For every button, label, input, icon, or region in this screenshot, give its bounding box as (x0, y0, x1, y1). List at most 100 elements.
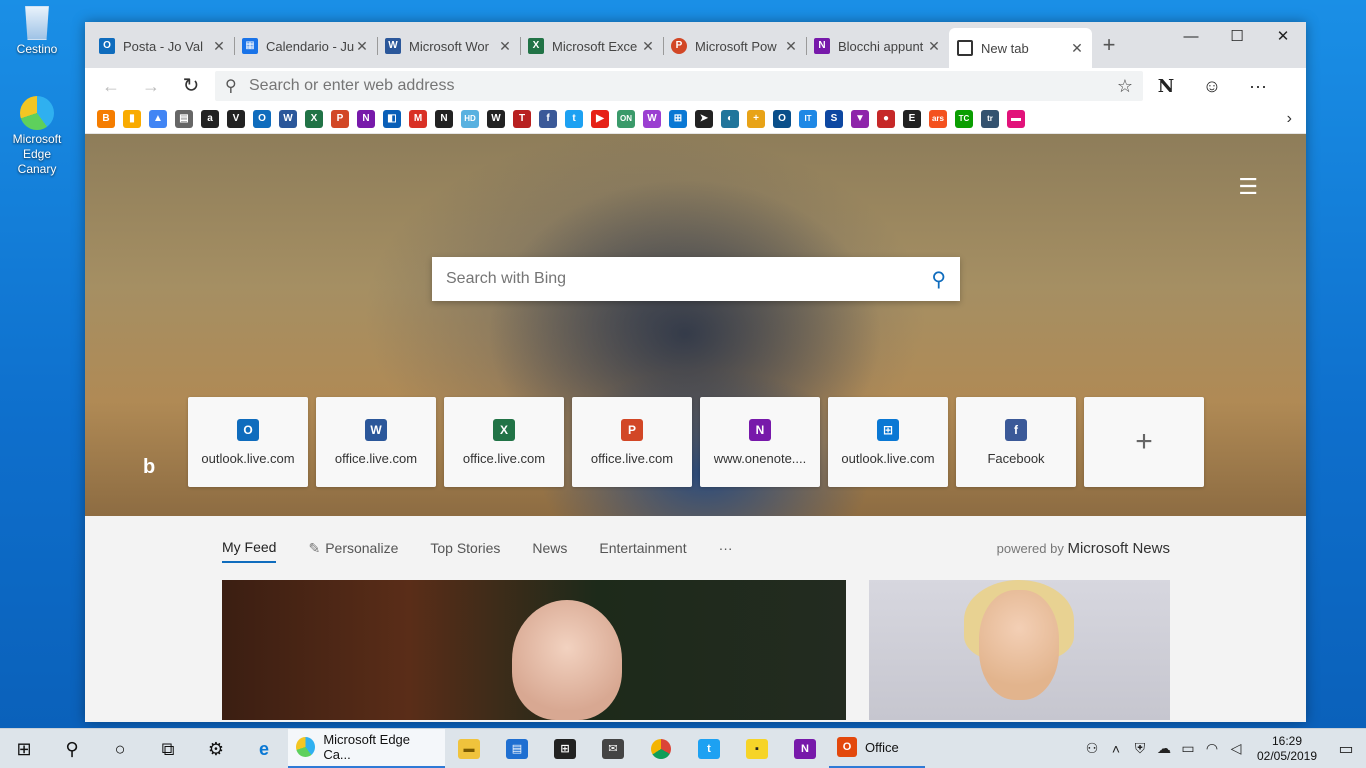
tab-personalize[interactable]: ✎ Personalize (308, 534, 398, 563)
windows-icon[interactable]: ⊞ (669, 109, 687, 128)
tab-powerpoint[interactable]: P Microsoft Pow ✕ (663, 28, 806, 64)
t-icon[interactable]: T (513, 109, 531, 128)
wifi-icon[interactable]: ◠ (1200, 740, 1224, 757)
close-icon[interactable]: ✕ (498, 38, 512, 55)
tr-icon[interactable]: tr (981, 109, 999, 128)
tab-top-stories[interactable]: Top Stories (430, 534, 500, 562)
clock[interactable]: 16:29 02/05/2019 (1248, 734, 1326, 764)
settings-gear-icon[interactable]: ⚙ (192, 729, 240, 768)
address-bar[interactable]: ⚲ ☆ (215, 71, 1143, 101)
top-site-tile[interactable]: f Facebook (956, 397, 1076, 487)
office-icon[interactable]: ◧ (383, 109, 401, 128)
tab-onenote[interactable]: N Blocchi appunt ✕ (806, 28, 949, 64)
tab-excel[interactable]: X Microsoft Exce ✕ (520, 28, 663, 64)
tc-icon[interactable]: TC (955, 109, 973, 128)
youtube-icon[interactable]: ▶ (591, 109, 609, 128)
feedback-smiley-icon[interactable]: ☺ (1189, 76, 1235, 97)
add-site-tile[interactable]: + (1084, 397, 1204, 487)
tab-entertainment[interactable]: Entertainment (599, 534, 686, 562)
action-center-icon[interactable]: ▭ (1326, 739, 1366, 759)
v-icon[interactable]: ▼ (851, 109, 869, 128)
outlook-icon[interactable]: O (253, 109, 271, 128)
new-tab-button[interactable]: + (1092, 28, 1126, 64)
vimeo-icon[interactable]: V (227, 109, 245, 128)
forward-icon[interactable]: → (131, 70, 171, 102)
onedrive-cloud-icon[interactable]: ☁ (1152, 740, 1176, 757)
store-icon[interactable]: ⊞ (541, 729, 589, 768)
more-menu-icon[interactable]: ··· (1235, 76, 1281, 97)
chrome-icon[interactable] (637, 729, 685, 768)
tab-word[interactable]: W Microsoft Wor ✕ (377, 28, 520, 64)
sticky-notes-icon[interactable]: ▪ (733, 729, 781, 768)
news-app-icon[interactable]: ▤ (493, 729, 541, 768)
top-site-tile[interactable]: Woffice.live.com (316, 397, 436, 487)
o-icon[interactable]: O (773, 109, 791, 128)
bing-logo-icon[interactable]: b (143, 456, 155, 479)
battery-icon[interactable]: ▭ (1176, 740, 1200, 757)
hamburger-menu-icon[interactable]: ☰ (1238, 174, 1258, 200)
people-icon[interactable]: ⚇ (1080, 740, 1104, 757)
on-icon[interactable]: ON (617, 109, 635, 128)
tab-news[interactable]: News (532, 534, 567, 562)
tab-calendar[interactable]: ▦ Calendario - Ju ✕ (234, 28, 377, 64)
close-icon[interactable]: ✕ (212, 38, 226, 55)
start-windows-icon[interactable]: ⊞ (0, 729, 48, 768)
ars-icon[interactable]: ars (929, 109, 947, 128)
address-input[interactable] (249, 77, 1117, 95)
taskbar-office[interactable]: O Office (829, 729, 925, 768)
close-icon[interactable]: ✕ (355, 38, 369, 55)
close-icon[interactable]: ✕ (927, 38, 941, 55)
wordpress-icon[interactable]: ◐ (721, 109, 739, 128)
arrow-icon[interactable]: ➤ (695, 109, 713, 128)
refresh-icon[interactable]: ↻ (171, 70, 211, 102)
top-site-tile[interactable]: Xoffice.live.com (444, 397, 564, 487)
wk-icon[interactable]: W (643, 109, 661, 128)
e-icon[interactable]: E (903, 109, 921, 128)
search-icon[interactable]: ⚲ (931, 267, 946, 292)
store-icon[interactable]: ▤ (175, 109, 193, 128)
edge-icon[interactable]: e (240, 729, 288, 768)
powerpoint-icon[interactable]: P (331, 109, 349, 128)
w-icon[interactable]: W (487, 109, 505, 128)
onenote-icon[interactable]: N (357, 109, 375, 128)
news-card-image[interactable] (222, 580, 846, 720)
word-icon[interactable]: W (279, 109, 297, 128)
theverge-icon[interactable]: ▬ (1007, 109, 1025, 128)
close-icon[interactable]: ✕ (784, 38, 798, 55)
blogger-icon[interactable]: B (97, 109, 115, 128)
excel-icon[interactable]: X (305, 109, 323, 128)
top-site-tile[interactable]: Ooutlook.live.com (188, 397, 308, 487)
analytics-icon[interactable]: ▮ (123, 109, 141, 128)
edge-canary-shortcut[interactable]: Microsoft Edge Canary (4, 96, 70, 177)
top-site-tile[interactable]: Poffice.live.com (572, 397, 692, 487)
twitter-icon[interactable]: t (685, 729, 733, 768)
n-icon[interactable]: N (435, 109, 453, 128)
minimize-icon[interactable]: — (1168, 22, 1214, 52)
volume-icon[interactable]: ◁ (1224, 740, 1248, 757)
red-icon[interactable]: ● (877, 109, 895, 128)
tab-my-feed[interactable]: My Feed (222, 533, 277, 563)
cortana-circle-icon[interactable]: ○ (96, 729, 144, 768)
drive-icon[interactable]: ▲ (149, 109, 167, 128)
onenote-icon[interactable]: N (781, 729, 829, 768)
back-icon[interactable]: ← (91, 70, 131, 102)
extension-n-icon[interactable]: N (1143, 76, 1189, 97)
feed-more-icon[interactable]: ··· (719, 534, 733, 562)
taskbar-edge-canary[interactable]: Microsoft Edge Ca... (288, 728, 445, 768)
twitter-icon[interactable]: t (565, 109, 583, 128)
close-icon[interactable]: ✕ (1070, 40, 1084, 57)
task-view-icon[interactable]: ⧉ (144, 729, 192, 768)
bing-search-box[interactable]: ⚲ (432, 257, 960, 301)
bing-search-input[interactable] (446, 270, 932, 288)
top-site-tile[interactable]: ⊞ outlook.live.com (828, 397, 948, 487)
top-site-tile[interactable]: Nwww.onenote.... (700, 397, 820, 487)
recycle-bin-icon[interactable]: Cestino (4, 6, 70, 57)
hd-icon[interactable]: HD (461, 109, 479, 128)
itpro-icon[interactable]: IT (799, 109, 817, 128)
close-window-icon[interactable]: ✕ (1260, 22, 1306, 52)
chevron-right-icon[interactable]: › (1287, 110, 1292, 128)
defender-shield-icon[interactable]: ⛨ (1128, 740, 1152, 757)
search-icon[interactable]: ⚲ (48, 729, 96, 768)
tab-new-tab[interactable]: New tab ✕ (949, 28, 1092, 68)
chevron-up-icon[interactable]: ˄ (1104, 741, 1128, 757)
